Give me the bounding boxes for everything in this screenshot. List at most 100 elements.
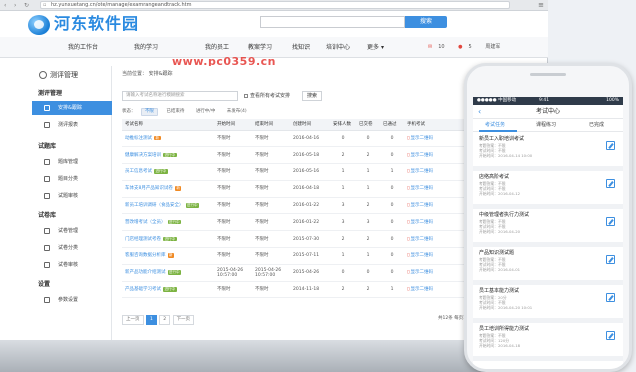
exam-list-item[interactable]: 员工培训所得能力测试 考题答案：不限 考试时间：120分 开始时间：2016-04-1… (473, 323, 623, 361)
mobile-exam-cell[interactable]: ▯显示二维码 (404, 180, 468, 198)
site-logo[interactable]: 河东软件园 (28, 14, 198, 36)
sidebar-item-arrange-track[interactable]: 安排&跟踪 (32, 101, 112, 115)
mobile-exam-cell[interactable]: ▯显示二维码 (404, 130, 468, 148)
exam-name-link[interactable]: 动推标注测试 (125, 136, 152, 141)
exam-list-item[interactable]: 店络高阶考试 考题答案：不限 考试时间：不限 开始时间：2016-04-12 (473, 171, 623, 209)
message-badge[interactable]: ✉ 10 (428, 44, 451, 50)
search-input[interactable] (260, 16, 405, 28)
nav-item-workbench[interactable]: 我的工作台 (68, 44, 98, 51)
show-qrcode-link[interactable]: ▯显示二维码 (407, 237, 433, 242)
exam-name-link[interactable]: 门店经理测试考卷 (125, 237, 161, 242)
show-qrcode-link[interactable]: ▯显示二维码 (407, 136, 433, 141)
edit-icon[interactable] (606, 293, 615, 302)
exam-name-cell[interactable]: 营改增考试（全员） 进行中 (122, 213, 214, 232)
nav-item-my-staff[interactable]: 我的员工 (205, 44, 229, 51)
mobile-exam-cell[interactable]: ▯显示二维码 (404, 197, 468, 215)
sidebar-item-paper-category[interactable]: 试卷分类 (32, 241, 112, 255)
page-button-1[interactable]: 1 (145, 315, 157, 325)
exam-search-input[interactable]: 请输入考试名称进行模糊搜索 (122, 91, 238, 101)
sidebar-item-paper-manage[interactable]: 试卷管理 (32, 224, 112, 238)
exam-name-cell[interactable]: 新员工培训调研（食品安全） 进行中 (122, 197, 214, 215)
nav-item-knowledge[interactable]: 找知识 (292, 44, 310, 51)
exam-name-cell[interactable]: 产品基础学习考试 进行中 (122, 281, 214, 299)
submitted-count-cell: 1 (356, 180, 380, 198)
show-qrcode-link[interactable]: ▯显示二维码 (407, 169, 433, 174)
sidebar-item-report[interactable]: 测评报表 (32, 118, 112, 132)
exam-list-item[interactable]: 员工基本能力测试 考题答案：20分 考试时间：不限 开始时间：2016-04-20 1… (473, 285, 623, 323)
exam-name-link[interactable]: 客服咨询数据分析库 (125, 253, 166, 258)
site-header: 河东软件园 搜索 (0, 11, 548, 37)
exam-name-cell[interactable]: 动推标注测试新 (122, 130, 214, 148)
sidebar-item-paper-review[interactable]: 试卷审核 (32, 258, 112, 272)
show-qrcode-link[interactable]: ▯显示二维码 (407, 220, 433, 225)
url-field[interactable]: ▫ hz.yunxuetang.cn/ote/manage/examrangea… (40, 1, 510, 9)
show-qrcode-link[interactable]: ▯显示二维码 (407, 203, 433, 208)
exam-name-cell[interactable]: 客服咨询数据分析库新 (122, 247, 214, 265)
page-button-2[interactable]: 2 (159, 315, 171, 325)
sidebar-item-params[interactable]: 参数设置 (32, 293, 112, 307)
mobile-exam-cell[interactable]: ▯显示二维码 (404, 264, 468, 282)
edit-icon[interactable] (606, 141, 615, 150)
tab-exam-tasks[interactable]: 考试任务 (485, 122, 505, 129)
gear-icon (44, 297, 50, 303)
mobile-exam-cell[interactable]: ▯显示二维码 (404, 247, 468, 265)
user-name[interactable]: 周建军 (485, 44, 500, 50)
show-qrcode-link[interactable]: ▯显示二维码 (407, 270, 433, 275)
exam-list-item[interactable]: 中级管理者执行力测试 考题答案：不限 考试时间：不限 开始时间：2016-04-20 (473, 209, 623, 247)
exam-name-link[interactable]: 员工信息考试 (125, 169, 152, 174)
edit-icon[interactable] (606, 217, 615, 226)
nav-item-training[interactable]: 培训中心 (326, 44, 350, 51)
tab-completed[interactable]: 已完成 (589, 122, 604, 129)
status-tag-all[interactable]: 不限 (140, 108, 158, 116)
nav-more-label: 更多 (367, 44, 380, 51)
start-time-cell: 不限时 (214, 146, 252, 165)
exam-name-link[interactable]: 营改增考试（全员） (125, 220, 166, 225)
mobile-exam-cell[interactable]: ▯显示二维码 (404, 163, 468, 181)
exam-list-item[interactable]: 产品知识测试题 考题答案：不限 考试时间：不限 开始时间：2016-04-01 (473, 247, 623, 285)
exam-name-cell[interactable]: 新产品功能介绍测试 进行中 (122, 264, 214, 282)
status-tag-ongoing[interactable]: 进行中/中 (193, 109, 219, 115)
browser-menu-icon[interactable]: ≡ (538, 1, 544, 9)
mobile-exam-cell[interactable]: ▯显示二维码 (404, 213, 468, 232)
sidebar-item-label: 试卷分类 (58, 245, 79, 251)
nav-item-lesson[interactable]: 教案学习 (248, 44, 272, 51)
status-tag-unpublished[interactable]: 未发布(4) (224, 109, 250, 115)
edit-icon[interactable] (606, 331, 615, 340)
show-all-checkbox[interactable]: 查看所有考试安排 (244, 93, 290, 99)
edit-icon[interactable] (606, 179, 615, 188)
tab-course-practice[interactable]: 课程练习 (536, 122, 556, 129)
sidebar-item-question-review[interactable]: 试题审核 (32, 189, 112, 203)
exam-name-link[interactable]: 产品基础学习考试 (125, 287, 161, 292)
mobile-exam-cell[interactable]: ▯显示二维码 (404, 146, 468, 165)
exam-name-link[interactable]: 新产品功能介绍测试 (125, 270, 166, 275)
exam-name-cell[interactable]: 员工信息考试 进行中 (122, 163, 214, 181)
reload-icon[interactable]: ↻ (24, 2, 29, 9)
edit-icon[interactable] (606, 255, 615, 264)
back-icon[interactable]: ‹ (4, 2, 6, 9)
prev-page-button[interactable]: 上一页 (122, 315, 144, 325)
show-qrcode-link[interactable]: ▯显示二维码 (407, 287, 433, 292)
sidebar-item-question-category[interactable]: 题目分类 (32, 172, 112, 186)
exam-name-link[interactable]: 车体支8月产品知识试卷 (125, 186, 173, 191)
nav-item-my-learning[interactable]: 我的学习 (134, 44, 158, 51)
exam-name-link[interactable]: 健康解决方案培训 (125, 153, 161, 158)
sidebar-item-bank-manage[interactable]: 题库管理 (32, 155, 112, 169)
filter-search-button[interactable]: 搜索 (302, 91, 322, 101)
exam-name-cell[interactable]: 门店经理测试考卷 进行中 (122, 230, 214, 249)
exam-list-item[interactable]: 新员工入职培训考试 考题答案：不限 考试时间：不限 开始时间：2016-04-14 1… (473, 133, 623, 171)
mobile-exam-cell[interactable]: ▯显示二维码 (404, 281, 468, 299)
show-qrcode-link[interactable]: ▯显示二维码 (407, 253, 433, 258)
show-qrcode-link[interactable]: ▯显示二维码 (407, 153, 433, 158)
forward-icon[interactable]: › (14, 2, 16, 9)
nav-item-more[interactable]: 更多 ▾ (367, 44, 384, 51)
mobile-exam-cell[interactable]: ▯显示二维码 (404, 230, 468, 249)
exam-name-link[interactable]: 新员工培训调研（食品安全） (125, 203, 184, 208)
search-button[interactable]: 搜索 (405, 16, 447, 28)
passed-count-cell-text: 0 (390, 219, 394, 225)
next-page-button[interactable]: 下一页 (172, 315, 195, 325)
notice-badge[interactable]: ● 5 (458, 44, 478, 50)
show-qrcode-link[interactable]: ▯显示二维码 (407, 186, 433, 191)
status-tag-ended[interactable]: 已结束待 (163, 109, 187, 115)
exam-name-cell[interactable]: 车体支8月产品知识试卷新 (122, 180, 214, 198)
exam-name-cell[interactable]: 健康解决方案培训 进行中 (122, 146, 214, 165)
